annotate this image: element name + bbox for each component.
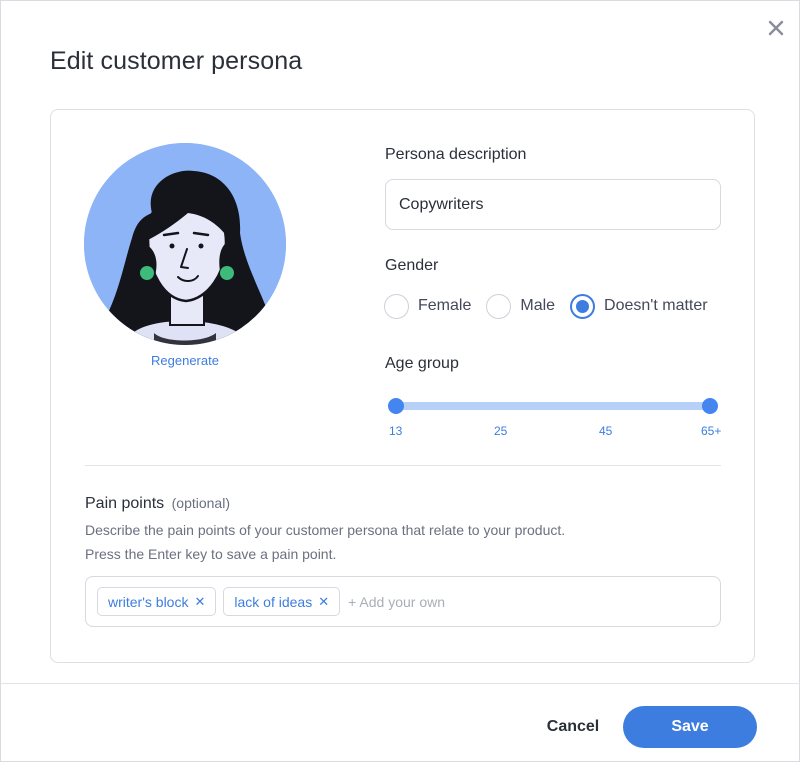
gender-option-label: Male [520,297,556,314]
age-tick-label: 13 [389,424,403,438]
close-icon[interactable]: ✕ [194,594,205,610]
radio-button[interactable] [384,293,409,319]
age-tick-label: 45 [599,424,613,438]
persona-avatar [84,143,286,345]
pain-point-tag: writer's block ✕ [97,587,217,616]
edit-persona-dialog: Edit customer persona Regenerate Persona… [0,0,800,762]
pain-points-label: Pain points [85,495,165,512]
gender-option-label: Doesn't matter [604,297,708,314]
tag-label: writer's block [108,593,189,610]
section-divider [85,465,721,466]
gender-radio-group: Female Male Doesn't matter [384,293,723,319]
pain-points-heading: Pain points (optional) [85,495,230,513]
gender-option-doesnt-matter[interactable]: Doesn't matter [570,293,708,319]
add-pain-point-input[interactable] [348,593,569,610]
pain-points-input[interactable]: writer's block ✕ lack of ideas ✕ [85,576,721,627]
gender-option-male[interactable]: Male [486,293,556,319]
footer-divider [1,683,800,684]
pain-points-help-text: Describe the pain points of your custome… [85,522,566,538]
persona-description-input[interactable] [385,179,721,230]
slider-max-handle[interactable] [702,398,718,414]
tag-label: lack of ideas [234,593,313,610]
gender-option-label: Female [418,297,472,314]
gender-option-female[interactable]: Female [384,293,472,319]
save-button[interactable]: Save [623,706,757,748]
close-button[interactable] [765,17,787,39]
dialog-title: Edit customer persona [50,47,303,75]
cancel-button[interactable]: Cancel [539,707,607,747]
pain-points-help-text: Press the Enter key to save a pain point… [85,546,337,562]
radio-button-selected[interactable] [570,293,596,319]
gender-label: Gender [385,257,439,274]
persona-description-label: Persona description [385,146,527,163]
optional-label: (optional) [171,495,230,511]
regenerate-avatar-link[interactable]: Regenerate [85,353,285,368]
woman-avatar-illustration [84,143,286,345]
age-tick-label: 25 [494,424,508,438]
persona-form-card: Regenerate Persona description Gender Fe… [50,109,755,663]
radio-button[interactable] [486,293,512,319]
age-tick-label: 65+ [701,424,722,438]
pain-point-tag: lack of ideas ✕ [223,587,341,616]
age-group-label: Age group [385,355,459,372]
close-icon [768,20,784,36]
close-icon[interactable]: ✕ [318,594,329,610]
slider-track [396,402,710,410]
slider-min-handle[interactable] [388,398,404,414]
age-range-slider[interactable] [388,398,718,414]
